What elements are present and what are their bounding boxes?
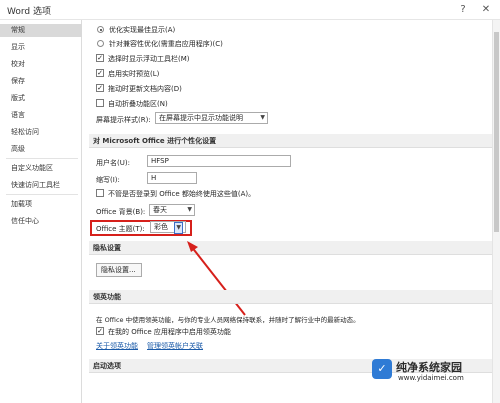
options-panel: 优化实现最佳显示(A) 针对兼容性优化(需重启应用程序)(C) ✓ 选择时显示浮… bbox=[83, 20, 500, 403]
watermark-url: www.yidaimei.com bbox=[398, 374, 464, 382]
sidebar-item-display[interactable]: 显示 bbox=[0, 41, 82, 54]
sidebar-item-general[interactable]: 常规 bbox=[0, 24, 82, 37]
checkbox-linkedin[interactable]: ✓ bbox=[96, 327, 104, 335]
title-bar: Word 选项 ? ✕ bbox=[0, 0, 500, 20]
sidebar-item-proofing[interactable]: 校对 bbox=[0, 58, 82, 71]
sidebar-item-quick-access[interactable]: 快速访问工具栏 bbox=[0, 179, 82, 192]
sidebar-item-customize-ribbon[interactable]: 自定义功能区 bbox=[0, 162, 82, 175]
link-manage-linkedin[interactable]: 管理领英帐户关联 bbox=[147, 341, 203, 351]
scrollbar-thumb[interactable] bbox=[494, 32, 499, 232]
section-linkedin: 领英功能 bbox=[89, 290, 494, 304]
close-icon[interactable]: ✕ bbox=[478, 2, 494, 18]
sidebar-divider bbox=[6, 194, 78, 195]
watermark-logo: ✓ bbox=[372, 359, 392, 379]
sidebar-item-trust-center[interactable]: 信任中心 bbox=[0, 215, 82, 228]
window-title: Word 选项 bbox=[7, 7, 51, 17]
link-about-linkedin[interactable]: 关于领英功能 bbox=[96, 341, 138, 351]
sidebar-item-advanced[interactable]: 高级 bbox=[0, 143, 82, 156]
sidebar-item-language[interactable]: 语言 bbox=[0, 109, 82, 122]
linkedin-description: 在 Office 中使用领英功能，与你的专业人员网络保持联系，并随时了解行业中的… bbox=[96, 316, 360, 324]
sidebar-item-accessibility[interactable]: 轻松访问 bbox=[0, 126, 82, 139]
annotation-arrow bbox=[187, 241, 246, 316]
sidebar: 常规 显示 校对 保存 版式 语言 轻松访问 高级 自定义功能区 快速访问工具栏… bbox=[0, 20, 82, 403]
scrollbar[interactable] bbox=[492, 20, 500, 403]
sidebar-item-addins[interactable]: 加载项 bbox=[0, 198, 82, 211]
sidebar-divider bbox=[6, 158, 78, 159]
help-icon[interactable]: ? bbox=[455, 2, 471, 18]
sidebar-item-layout[interactable]: 版式 bbox=[0, 92, 82, 105]
sidebar-item-save[interactable]: 保存 bbox=[0, 75, 82, 88]
watermark-brand: 纯净系统家园 bbox=[396, 361, 462, 374]
checkbox-linkedin-label: 在我的 Office 应用程序中启用领英功能 bbox=[108, 328, 231, 336]
